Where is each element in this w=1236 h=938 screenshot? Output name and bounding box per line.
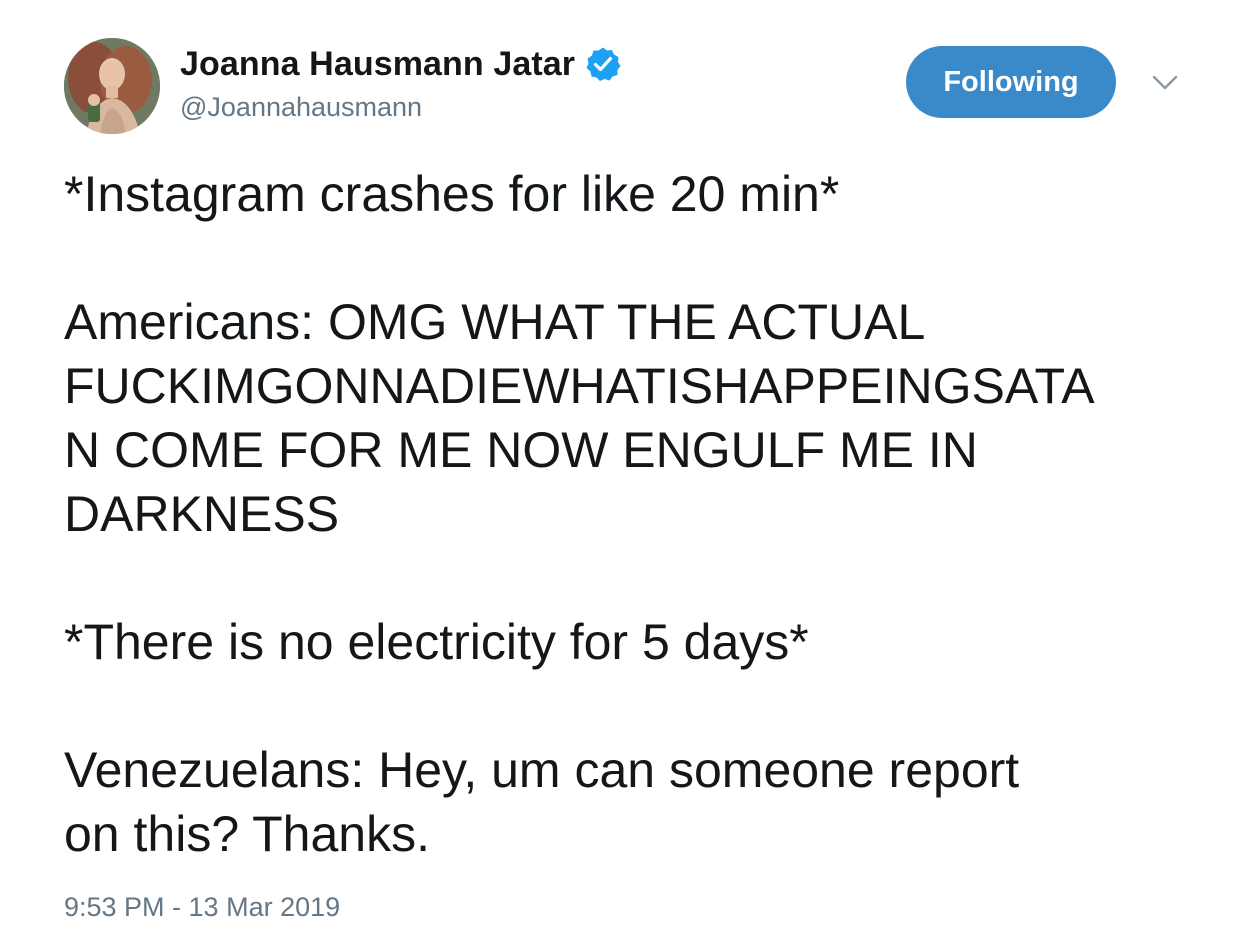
avatar[interactable]: [64, 38, 160, 134]
name-row: Joanna Hausmann Jatar: [180, 42, 621, 86]
tweet-text: *Instagram crashes for like 20 min* Amer…: [64, 162, 1184, 866]
verified-badge-icon: [585, 46, 621, 82]
chevron-down-icon[interactable]: [1150, 72, 1180, 94]
display-name[interactable]: Joanna Hausmann Jatar: [180, 45, 575, 84]
tweet-paragraph: Americans: OMG WHAT THE ACTUAL FUCKIMGON…: [64, 294, 1095, 542]
tweet-timestamp[interactable]: 9:53 PM - 13 Mar 2019: [64, 892, 340, 923]
tweet-paragraph: Venezuelans: Hey, um can someone report …: [64, 742, 1020, 862]
tweet-paragraph: *There is no electricity for 5 days*: [64, 614, 809, 670]
tweet-paragraph: *Instagram crashes for like 20 min*: [64, 166, 840, 222]
user-handle[interactable]: @Joannahausmann: [180, 92, 422, 123]
tweet-card: Joanna Hausmann Jatar @Joannahausmann Fo…: [0, 0, 1236, 938]
profile-photo-icon: [64, 38, 160, 134]
following-button[interactable]: Following: [906, 46, 1116, 118]
